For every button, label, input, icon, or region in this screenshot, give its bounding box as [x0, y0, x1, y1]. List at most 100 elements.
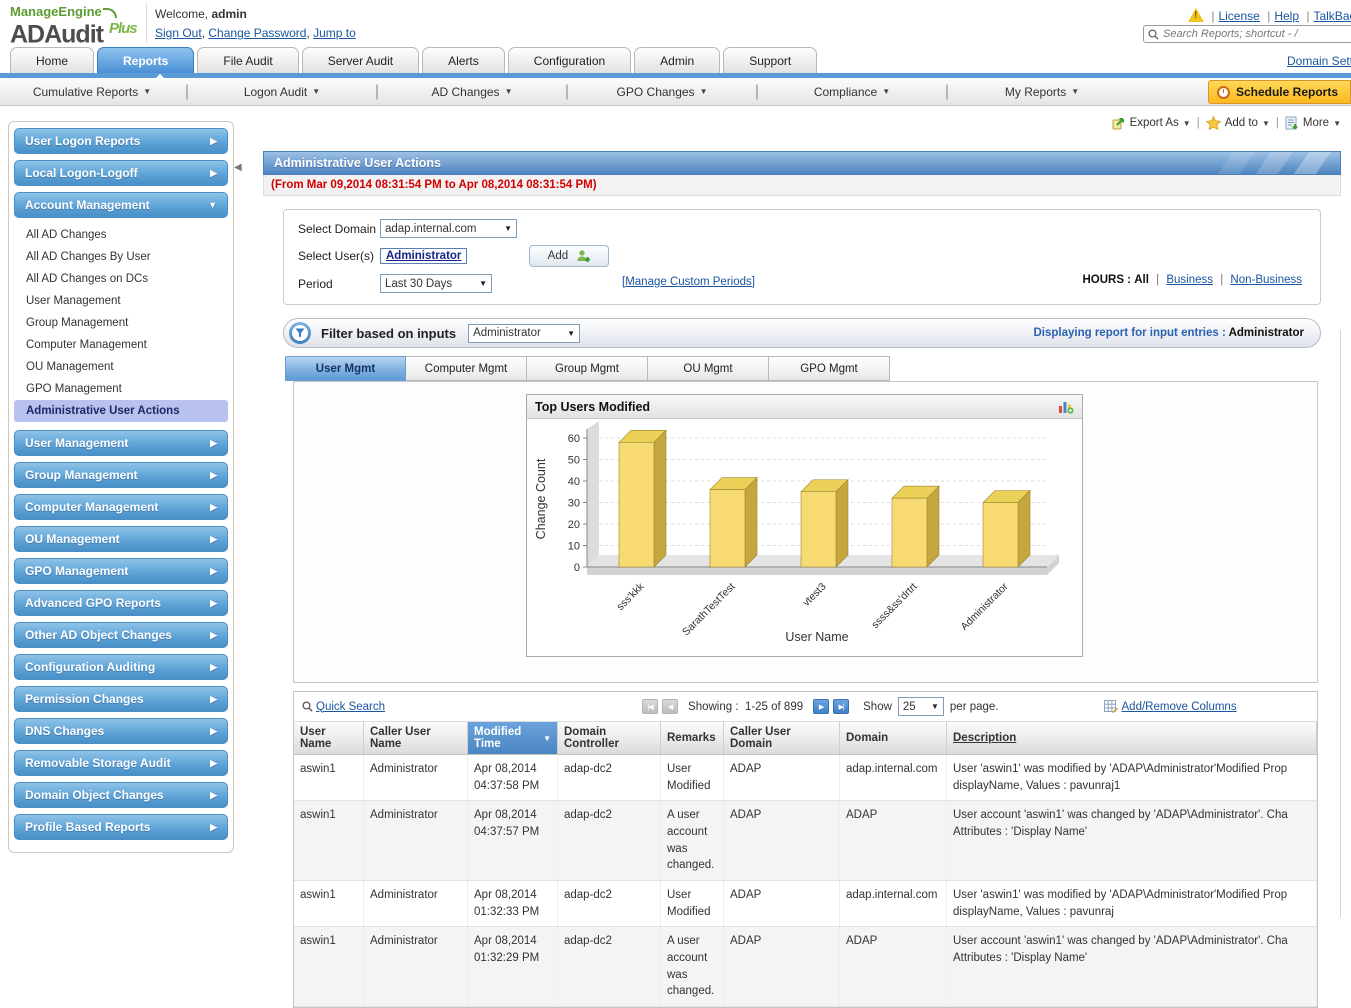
tab-user-mgmt[interactable]: User Mgmt [285, 356, 406, 381]
sidebar-item-administrative-user-actions[interactable]: Administrative User Actions [14, 400, 228, 422]
sidebar-section-user-logon-reports[interactable]: User Logon Reports▶ [14, 128, 228, 154]
filter-input-select[interactable]: Administrator▼ [468, 324, 580, 343]
sidebar-section-configuration-auditing[interactable]: Configuration Auditing▶ [14, 654, 228, 680]
sidebar-item-all-ad-changes-by-user[interactable]: All AD Changes By User [14, 246, 228, 268]
columns-icon [1104, 700, 1118, 713]
sidebar-section-computer-management[interactable]: Computer Management▶ [14, 494, 228, 520]
cell-remarks: User Modified [661, 755, 724, 800]
last-page-button[interactable]: ▶| [833, 699, 849, 714]
sidebar-item-user-management[interactable]: User Management [14, 290, 228, 312]
sidebar-section-permission-changes[interactable]: Permission Changes▶ [14, 686, 228, 712]
sidebar-item-group-management[interactable]: Group Management [14, 312, 228, 334]
cell-description: User 'aswin1' was modified by 'ADAP\Admi… [947, 755, 1317, 800]
sidebar-section-local-logon-logoff[interactable]: Local Logon-Logoff▶ [14, 160, 228, 186]
add-to-label: Add to [1225, 117, 1258, 129]
change-password-link[interactable]: Change Password [208, 26, 306, 40]
svg-text:sss'kkk: sss'kkk [614, 580, 647, 613]
chevron-down-icon: ▼ [208, 200, 217, 210]
tab-server-audit[interactable]: Server Audit [302, 47, 419, 73]
export-as-button[interactable]: Export As▼ [1112, 116, 1191, 130]
hours-option-non-business[interactable]: Non-Business [1230, 274, 1302, 286]
tab-admin[interactable]: Admin [634, 47, 720, 73]
sidebar-section-user-management[interactable]: User Management▶ [14, 430, 228, 456]
tab-gpo-mgmt[interactable]: GPO Mgmt [769, 356, 890, 381]
col-header-modified-time[interactable]: Modified Time▼ [468, 722, 558, 754]
subnav-item-my-reports[interactable]: My Reports▼ [962, 85, 1122, 99]
tab-reports[interactable]: Reports [97, 47, 194, 73]
brand-plus: Plus [109, 20, 137, 37]
tab-home[interactable]: Home [10, 47, 94, 73]
cell-remarks: User Modified [661, 881, 724, 926]
hours-option-business[interactable]: Business [1166, 274, 1213, 286]
tab-group-mgmt[interactable]: Group Mgmt [527, 356, 648, 381]
jump-to-link[interactable]: Jump to [313, 26, 356, 40]
add-to-button[interactable]: Add to▼ [1206, 116, 1270, 130]
chevron-down-icon: ▼ [312, 87, 320, 96]
prev-page-button[interactable]: ◀ [662, 699, 678, 714]
tab-file-audit[interactable]: File Audit [197, 47, 298, 73]
hours-option-all[interactable]: All [1134, 274, 1149, 286]
sidebar-item-computer-management[interactable]: Computer Management [14, 334, 228, 356]
col-header-domain-controller[interactable]: Domain Controller [558, 722, 661, 754]
subnav-item-gpo-changes[interactable]: GPO Changes▼ [582, 85, 742, 99]
sidebar-section-other-ad-object-changes[interactable]: Other AD Object Changes▶ [14, 622, 228, 648]
col-header-caller-user-domain[interactable]: Caller User Domain [724, 722, 840, 754]
sidebar-item-ou-management[interactable]: OU Management [14, 356, 228, 378]
first-page-button[interactable]: |◀ [642, 699, 658, 714]
sidebar-section-label: Configuration Auditing [25, 660, 210, 674]
subnav-item-cumulative-reports[interactable]: Cumulative Reports▼ [12, 85, 172, 99]
add-user-button[interactable]: Add [529, 245, 609, 267]
col-header-domain[interactable]: Domain [840, 722, 947, 754]
tab-computer-mgmt[interactable]: Computer Mgmt [406, 356, 527, 381]
domain-select[interactable]: adap.internal.com▼ [380, 219, 517, 238]
sidebar-collapse-icon[interactable]: ◀ [234, 162, 242, 173]
manage-custom-periods-link[interactable]: [Manage Custom Periods] [622, 276, 755, 288]
col-header-remarks[interactable]: Remarks [661, 722, 724, 754]
col-header-caller-user-name[interactable]: Caller User Name [364, 722, 468, 754]
sidebar-section-advanced-gpo-reports[interactable]: Advanced GPO Reports▶ [14, 590, 228, 616]
more-button[interactable]: More▼ [1285, 116, 1341, 130]
search-input[interactable]: Search Reports; shortcut - / [1143, 25, 1351, 43]
sidebar-item-gpo-management[interactable]: GPO Management [14, 378, 228, 400]
search-icon [302, 701, 313, 712]
period-select[interactable]: Last 30 Days▼ [380, 274, 492, 293]
add-remove-columns[interactable]: Add/Remove Columns [1104, 700, 1237, 713]
main-tabs: HomeReportsFile AuditServer AuditAlertsC… [10, 47, 820, 73]
sidebar-section-gpo-management[interactable]: GPO Management▶ [14, 558, 228, 584]
tab-support[interactable]: Support [723, 47, 817, 73]
subnav-item-logon-audit[interactable]: Logon Audit▼ [202, 85, 362, 99]
svg-text:Change Count: Change Count [534, 458, 548, 539]
talkback-link[interactable]: TalkBack [1313, 9, 1351, 23]
selected-user-link[interactable]: Administrator [380, 248, 467, 264]
filter-label: Filter based on inputs [321, 326, 456, 341]
warning-icon[interactable] [1188, 8, 1204, 22]
sidebar-section-group-management[interactable]: Group Management▶ [14, 462, 228, 488]
tab-ou-mgmt[interactable]: OU Mgmt [648, 356, 769, 381]
page-size-select[interactable]: 25▼ [898, 697, 944, 716]
subnav-item-compliance[interactable]: Compliance▼ [772, 85, 932, 99]
schedule-reports-button[interactable]: Schedule Reports [1208, 80, 1351, 104]
sidebar-item-all-ad-changes-on-dcs[interactable]: All AD Changes on DCs [14, 268, 228, 290]
sidebar-section-domain-object-changes[interactable]: Domain Object Changes▶ [14, 782, 228, 808]
domain-settings-link[interactable]: Domain Settings [1287, 54, 1351, 68]
sidebar-section-dns-changes[interactable]: DNS Changes▶ [14, 718, 228, 744]
cell-user-name: aswin1 [294, 755, 364, 800]
sidebar-section-account-management[interactable]: Account Management▼ [14, 192, 228, 218]
col-header-description[interactable]: Description [947, 722, 1317, 754]
license-link[interactable]: License [1218, 9, 1259, 23]
sidebar-item-all-ad-changes[interactable]: All AD Changes [14, 224, 228, 246]
chart-options-icon[interactable] [1058, 399, 1074, 414]
help-link[interactable]: Help [1274, 9, 1299, 23]
sidebar-section-removable-storage-audit[interactable]: Removable Storage Audit▶ [14, 750, 228, 776]
sidebar-section-profile-based-reports[interactable]: Profile Based Reports▶ [14, 814, 228, 840]
tab-configuration[interactable]: Configuration [508, 47, 631, 73]
sidebar-section-ou-management[interactable]: OU Management▶ [14, 526, 228, 552]
sign-out-link[interactable]: Sign Out [155, 26, 202, 40]
svg-text:30: 30 [568, 498, 580, 510]
tab-alerts[interactable]: Alerts [422, 47, 505, 73]
quick-search[interactable]: Quick Search [302, 701, 385, 713]
chart-svg: 0102030405060sss'kkkSarathTestTestvtest3… [527, 419, 1082, 651]
col-header-user-name[interactable]: User Name [294, 722, 364, 754]
subnav-item-ad-changes[interactable]: AD Changes▼ [392, 85, 552, 99]
next-page-button[interactable]: ▶ [813, 699, 829, 714]
